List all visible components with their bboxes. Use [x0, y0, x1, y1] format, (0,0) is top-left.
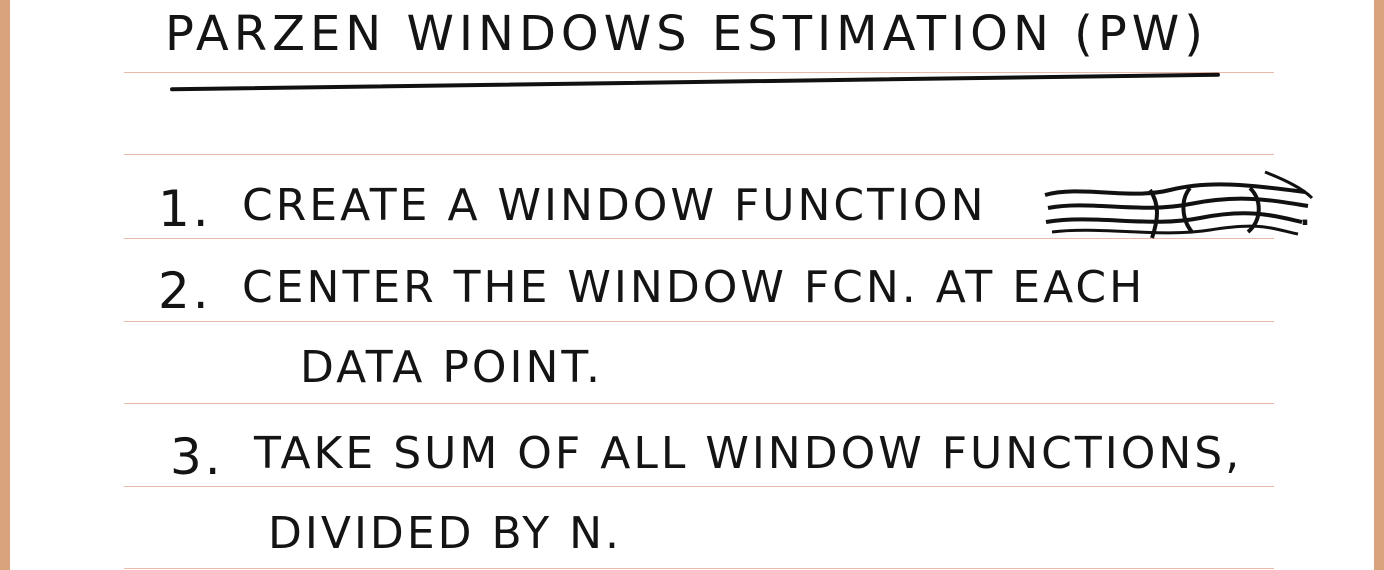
frame-left	[0, 0, 10, 570]
rule-line	[124, 403, 1274, 404]
whiteboard: Parzen Windows Estimation (PW) 1. Create…	[10, 0, 1374, 570]
step-3-number: 3.	[170, 428, 224, 486]
step-3-text-line-1: Take sum of all window functions,	[254, 428, 1243, 479]
step-2-text-line-1: Center the window fcn. at each	[242, 262, 1146, 313]
frame-right	[1374, 0, 1384, 570]
step-2-text-line-2: data point.	[300, 342, 604, 393]
page-title: Parzen Windows Estimation (PW)	[165, 6, 1208, 62]
rule-line	[124, 154, 1274, 155]
step-1-number: 1.	[158, 180, 212, 238]
rule-line	[124, 72, 1274, 73]
scribbled-out-mark	[1044, 170, 1314, 239]
rule-line	[124, 486, 1274, 487]
title-underline	[170, 72, 1220, 92]
step-1-period: .	[1298, 185, 1315, 236]
rule-line	[124, 568, 1274, 569]
rule-line	[124, 321, 1274, 322]
step-3-text-line-2: divided by n.	[268, 508, 623, 559]
step-2-number: 2.	[158, 262, 212, 320]
step-1-text: Create a window function	[242, 180, 987, 231]
